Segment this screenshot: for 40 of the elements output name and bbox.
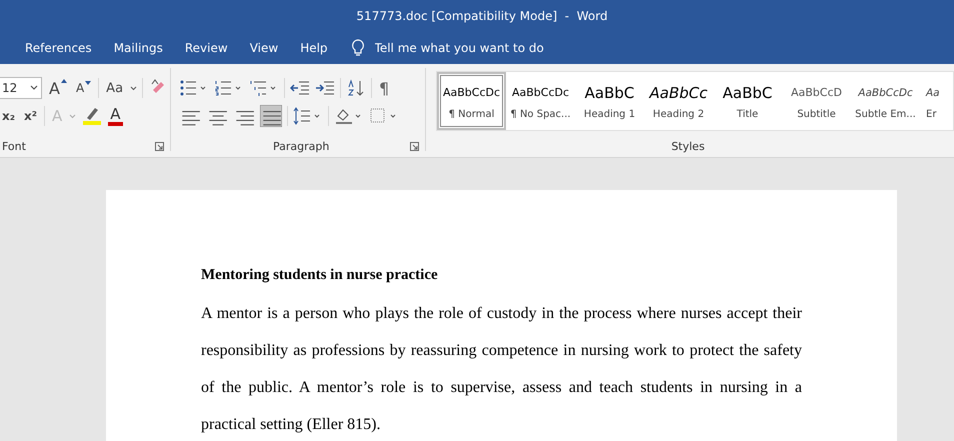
style-option[interactable]: AaBbC Heading 1 [575,72,644,130]
style-option[interactable]: AaBbCcD Subtitle [782,72,851,130]
window-title: 517773.doc [Compatibility Mode] - Word [355,9,608,23]
decrease-indent-icon[interactable] [290,79,310,97]
caret-icon [85,81,92,85]
sort-icon[interactable] [346,79,366,97]
style-option[interactable]: AaBbC Title [713,72,782,130]
subscript-button[interactable]: x₂ [0,109,17,123]
font-color-button[interactable]: A [108,106,123,126]
ribbon-tab[interactable]: Review [174,37,239,59]
lightbulb-icon [350,39,365,57]
style-option[interactable]: AaBbCc Heading 2 [644,72,713,130]
grow-font-button[interactable]: A [47,78,69,98]
ribbon-tab[interactable]: Help [289,37,339,59]
highlighter-icon[interactable] [81,106,104,126]
increase-indent-icon[interactable] [315,79,335,97]
style-option[interactable]: Aa Er [920,72,942,130]
tell-me-search[interactable]: Tell me what you want to do [350,39,567,57]
font-size-dropdown[interactable]: 12 [0,77,42,99]
change-case-button[interactable]: Aa [104,80,126,96]
group-label: Paragraph [273,140,330,153]
style-option[interactable]: AaBbCcDc ¶ No Spac... [506,72,575,130]
ribbon-tab[interactable]: View [238,37,290,59]
shrink-font-button[interactable]: A [74,81,94,95]
align-button[interactable] [260,105,282,127]
ribbon-tab[interactable]: References [14,37,103,59]
superscript-button[interactable]: x² [22,109,39,123]
document-paragraph: A mentor is a person who plays the role of custody in the process where nurses accept their responsibility as professions by reassuring competence in nursing work to protect the safety of the public. A mentor’s role is to supervise, assess and teach students in nursing in a practical setting (Eller 815). [201,304,802,435]
ribbon-tab[interactable]: Mailings [102,37,174,59]
dialog-launcher-icon[interactable] [410,142,419,151]
dialog-launcher-icon[interactable] [155,142,164,151]
group-label: Styles [671,140,705,153]
caret-icon[interactable] [130,86,138,90]
document-heading: Mentoring students in nurse practice [201,266,439,285]
style-option[interactable]: AaBbCcDc ¶ Normal [437,72,506,130]
caret-icon [30,85,38,91]
group-label: Font [2,140,26,153]
style-option[interactable]: AaBbCcDc Subtle Em... [851,72,920,130]
caret-icon [60,78,67,82]
show-formatting-marks-button[interactable]: ¶ [377,78,392,98]
